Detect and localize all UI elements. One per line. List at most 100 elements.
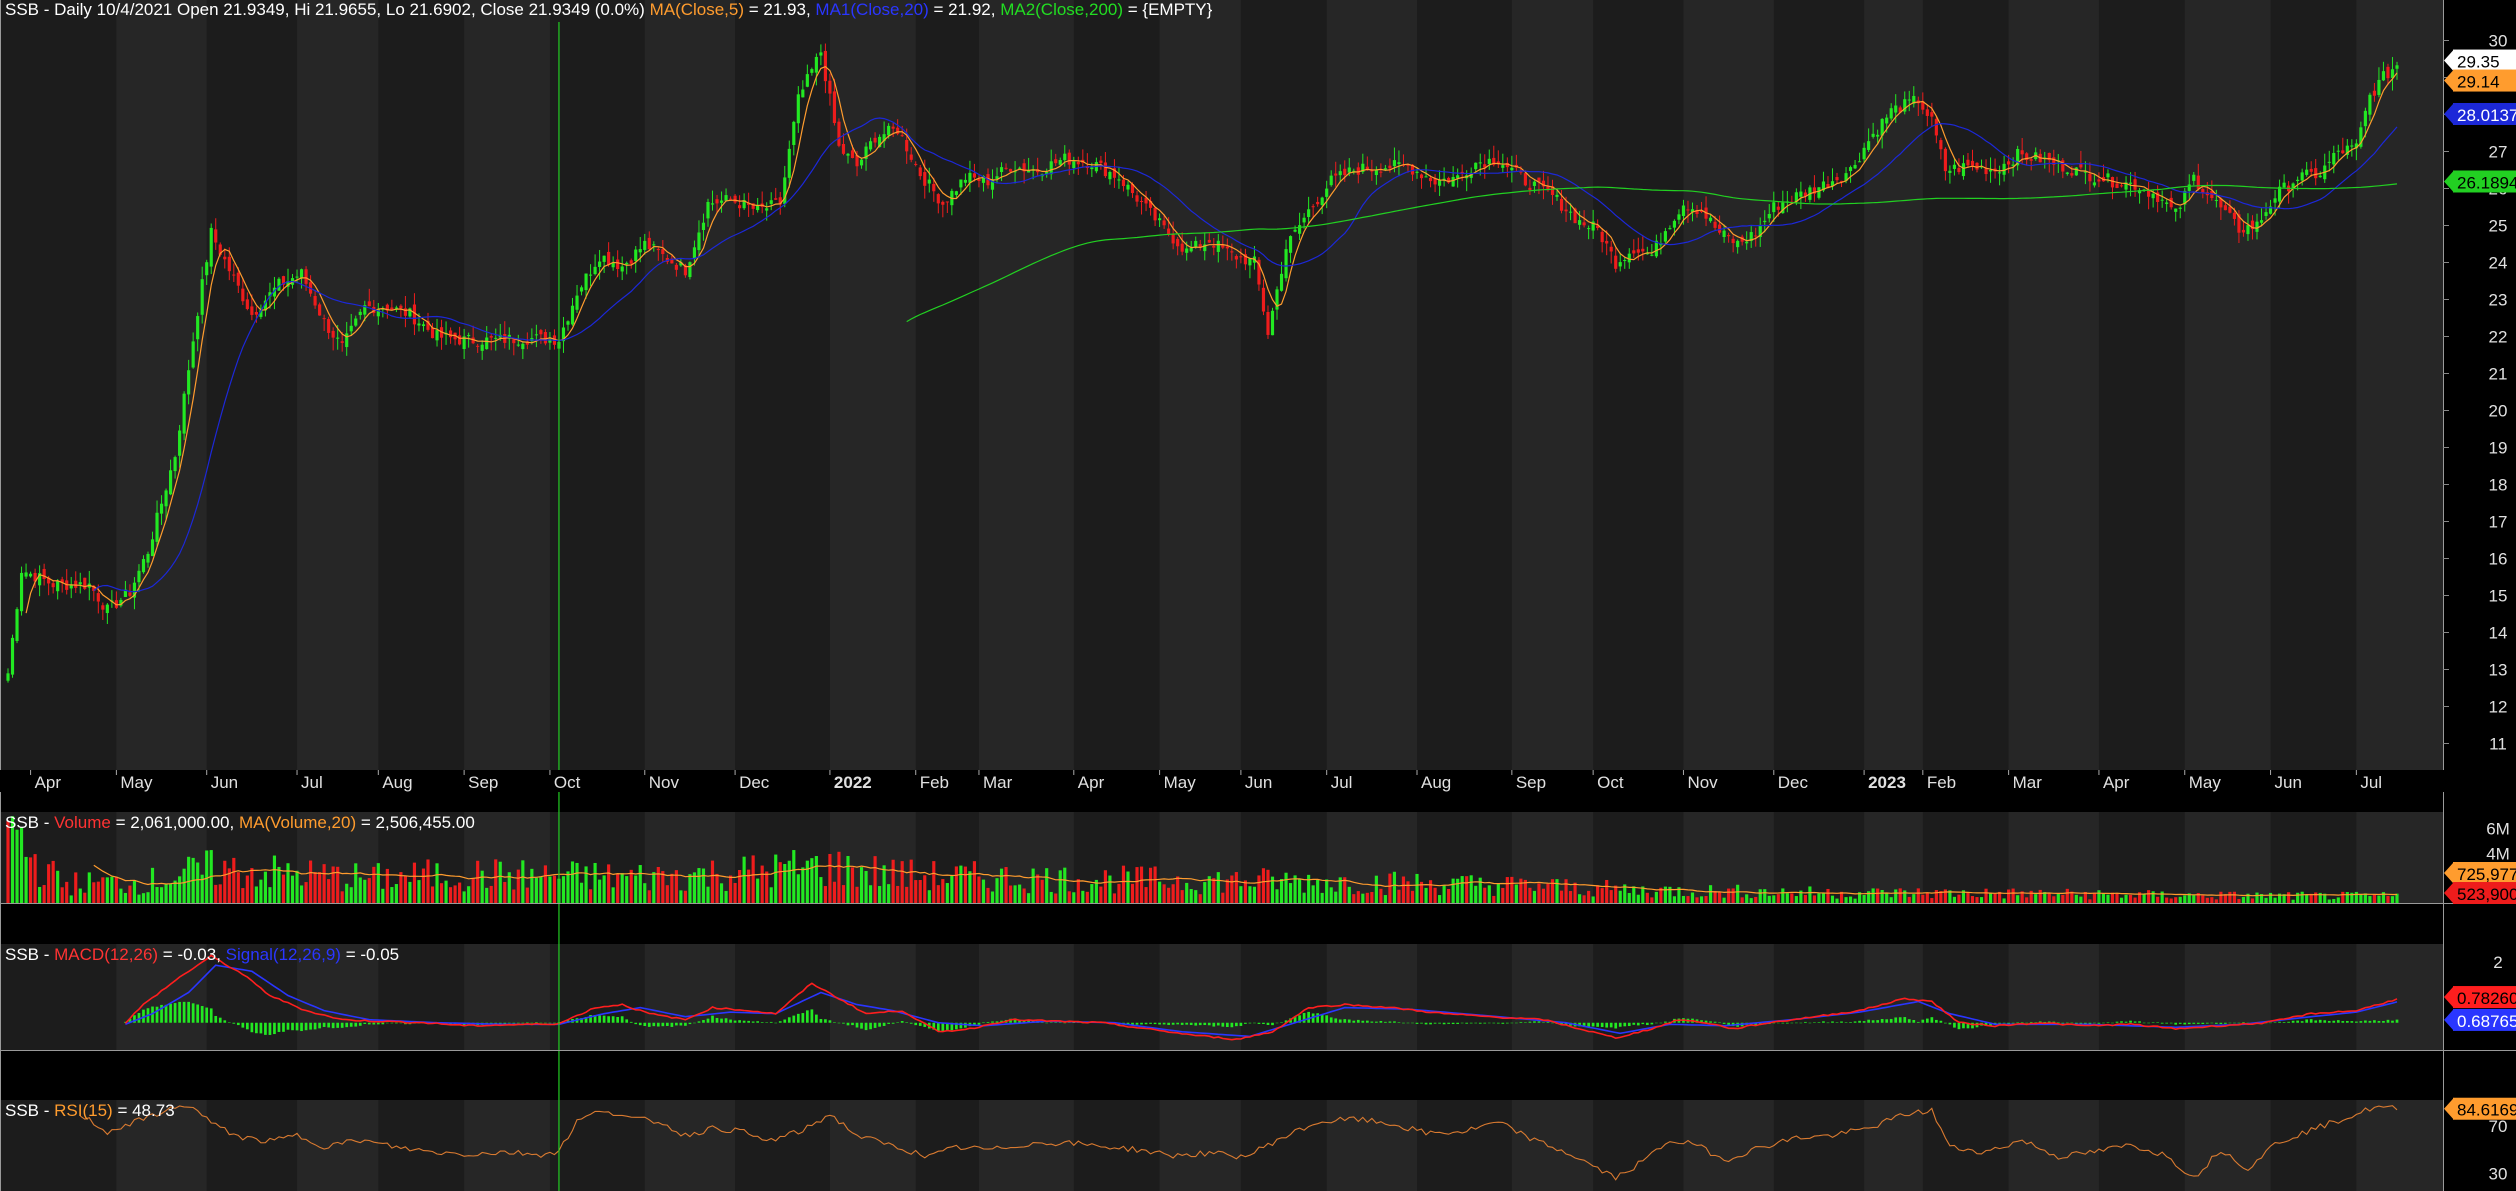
macd-hist-bar — [2061, 1022, 2065, 1024]
volume-bar — [205, 850, 209, 903]
volume-bar — [218, 884, 222, 903]
candle-body — [724, 195, 728, 201]
macd-hist-bar — [236, 1022, 240, 1026]
macd-hist-bar — [1266, 1022, 1270, 1025]
macd-hist-bar — [1790, 1022, 1794, 1024]
candle-body — [137, 570, 141, 583]
macd-hist-bar — [2296, 1020, 2299, 1023]
candle-body — [1722, 230, 1726, 237]
volume-bar — [471, 878, 475, 903]
candle-body — [1858, 161, 1862, 163]
price-badge: 29.35 — [2444, 49, 2516, 72]
volume-bar — [561, 876, 566, 903]
macd-hist-bar — [638, 1022, 642, 1026]
price-tick-label: 30 — [2489, 32, 2508, 51]
macd-hist-bar — [2269, 1022, 2272, 1024]
volume-bar — [340, 891, 344, 903]
volume-bar — [1487, 885, 1491, 903]
candle-body — [706, 201, 710, 219]
candle-body — [1270, 310, 1275, 336]
volume-bar — [1401, 876, 1406, 903]
candle-body — [480, 344, 484, 351]
volume-bar — [2101, 893, 2106, 903]
candle-body — [1379, 171, 1383, 173]
macd-hist-bar — [1528, 1021, 1532, 1023]
volume-bar — [1374, 875, 1378, 903]
macd-hist-bar — [2336, 1020, 2340, 1023]
macd-hist-bar — [787, 1017, 791, 1023]
volume-bar — [150, 867, 155, 903]
candle-body — [1663, 231, 1667, 242]
candle-body — [1067, 152, 1071, 165]
candle-body — [954, 191, 958, 195]
price-legend: SSB - Daily 10/4/2021 Open 21.9349, Hi 2… — [5, 0, 1212, 20]
volume-bar — [1243, 880, 1247, 903]
macd-hist-bar — [1320, 1014, 1324, 1023]
candle-body — [1347, 167, 1351, 173]
volume-bar — [1049, 891, 1053, 903]
volume-bar — [728, 875, 733, 903]
candle-body — [101, 605, 105, 610]
macd-hist-bar — [914, 1022, 918, 1026]
macd-hist-bar — [1212, 1022, 1216, 1027]
volume-bar — [1099, 886, 1103, 903]
volume-bar — [1334, 891, 1338, 903]
macd-hist-bar — [2115, 1021, 2119, 1023]
candle-body — [2133, 179, 2137, 190]
volume-bar — [1279, 879, 1284, 903]
macd-hist-bar — [1813, 1022, 1816, 1023]
candle-body — [796, 94, 800, 124]
macd-hist-bar — [2147, 1022, 2150, 1024]
volume-bar — [756, 878, 760, 903]
candle-body — [1636, 249, 1640, 253]
volume-bar — [1952, 896, 1957, 903]
macd-hist-bar — [164, 1004, 168, 1023]
candle-body — [927, 179, 931, 184]
candle-body — [1600, 231, 1604, 243]
macd-hist-bar — [1510, 1022, 1514, 1024]
macd-hist-bar — [1388, 1021, 1392, 1023]
volume-bar — [6, 820, 10, 903]
rsi-legend-prefix: SSB - — [5, 1101, 50, 1120]
macd-hist-bar — [1795, 1022, 1798, 1024]
candle-body — [1307, 209, 1311, 218]
candle-body — [891, 126, 895, 129]
candle-body — [241, 288, 245, 302]
macd-hist-bar — [891, 1022, 895, 1024]
candle-body — [1776, 206, 1780, 210]
month-stripe — [978, 1100, 1074, 1191]
volume-bar — [864, 870, 868, 903]
candle-body — [1817, 187, 1821, 198]
macd-hist-bar — [783, 1019, 787, 1023]
volume-bar — [1424, 887, 1428, 903]
macd-hist-bar — [851, 1022, 854, 1026]
volume-bar — [1040, 879, 1044, 903]
month-stripe — [644, 0, 736, 770]
volume-bar — [2011, 888, 2015, 903]
volume-bar — [747, 869, 751, 903]
volume-bar — [819, 877, 823, 903]
candle-body — [1139, 200, 1144, 202]
volume-bar — [169, 883, 173, 903]
macd-hist-bar — [1415, 1022, 1419, 1024]
macd-hist-bar — [232, 1022, 236, 1024]
candle-body — [2372, 90, 2376, 96]
macd-hist-bar — [1253, 1022, 1256, 1024]
volume-bar — [1812, 895, 1817, 903]
macd-hist-bar — [693, 1022, 696, 1024]
macd-hist-bar — [2205, 1022, 2209, 1024]
macd-hist-bar — [1275, 1022, 1279, 1024]
macd-hist-bar — [774, 1022, 778, 1024]
volume-bar — [706, 886, 710, 903]
volume-bar — [1672, 896, 1677, 903]
volume-bar — [2241, 897, 2246, 903]
candle-body — [318, 304, 322, 316]
volume-legend-value: = 2,061,000.00, — [115, 813, 235, 832]
stock-chart[interactable]: 1112131415161718192021222324252627282930… — [0, 0, 2516, 1191]
macd-hist-bar — [1817, 1022, 1821, 1023]
volume-bar — [322, 864, 326, 903]
macd-hist-bar — [218, 1017, 222, 1023]
volume-bar — [458, 882, 462, 903]
candle-body — [837, 121, 841, 146]
volume-bar — [110, 876, 114, 903]
